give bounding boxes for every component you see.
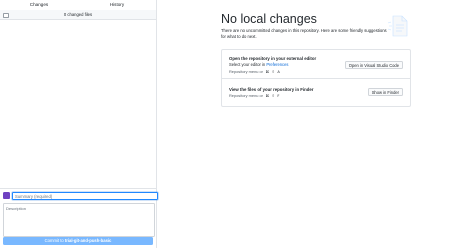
changes-sidebar: Changes History 0 changed files Commit t…: [0, 0, 158, 249]
commit-description-input[interactable]: [3, 203, 155, 237]
show-in-finder-menu-label: Repository menu or: [229, 93, 263, 98]
open-editor-description: Select your editor in Preferences: [229, 62, 288, 67]
page-title: No local changes: [221, 12, 317, 26]
tab-changes[interactable]: Changes: [0, 0, 78, 11]
commit-button-prefix: Commit to: [44, 238, 65, 243]
show-in-finder-title: View the files of your repository in Fin…: [229, 87, 314, 92]
commit-message-area: Commit to trial-git-and-push-basic: [0, 188, 158, 249]
suggestions-card: Open the repository in your external edi…: [221, 49, 411, 107]
changed-files-count: 0 changed files: [63, 12, 93, 17]
no-changes-view: No local changes There are no uncommitte…: [157, 0, 474, 248]
preferences-link[interactable]: Preferences: [266, 62, 288, 67]
show-in-finder-menu-hint: Repository menu or ⌘ ⇧ F: [229, 93, 279, 98]
open-in-editor-button[interactable]: Open in Visual Studio Code: [344, 61, 403, 69]
shift-key-icon: ⇧: [271, 94, 275, 98]
page-subtitle: There are no uncommitted changes in this…: [221, 28, 387, 39]
empty-repo-illustration-icon: [387, 15, 408, 37]
avatar-pattern-icon: [3, 198, 10, 199]
commit-button[interactable]: Commit to trial-git-and-push-basic: [3, 237, 153, 245]
open-editor-suggestion: Open the repository in your external edi…: [222, 50, 410, 78]
commit-summary-input[interactable]: [12, 192, 158, 200]
shortcut-key-a: A: [277, 70, 280, 74]
open-editor-menu-label: Repository menu or: [229, 69, 263, 74]
avatar: [3, 192, 10, 199]
command-key-icon: ⌘: [265, 70, 270, 74]
show-in-finder-suggestion: View the files of your repository in Fin…: [222, 78, 410, 107]
commit-branch-name: trial-git-and-push-basic: [64, 238, 112, 243]
tab-history[interactable]: History: [78, 0, 156, 10]
open-editor-desc-text: Select your editor in: [229, 62, 267, 67]
shortcut-key-f: F: [277, 94, 280, 98]
show-in-finder-button[interactable]: Show in Finder: [367, 88, 403, 96]
shift-key-icon: ⇧: [271, 70, 275, 74]
changed-files-header: 0 changed files: [0, 10, 156, 20]
open-editor-title: Open the repository in your external edi…: [229, 56, 317, 61]
command-key-icon: ⌘: [265, 94, 270, 98]
open-editor-menu-hint: Repository menu or ⌘ ⇧ A: [229, 69, 280, 74]
